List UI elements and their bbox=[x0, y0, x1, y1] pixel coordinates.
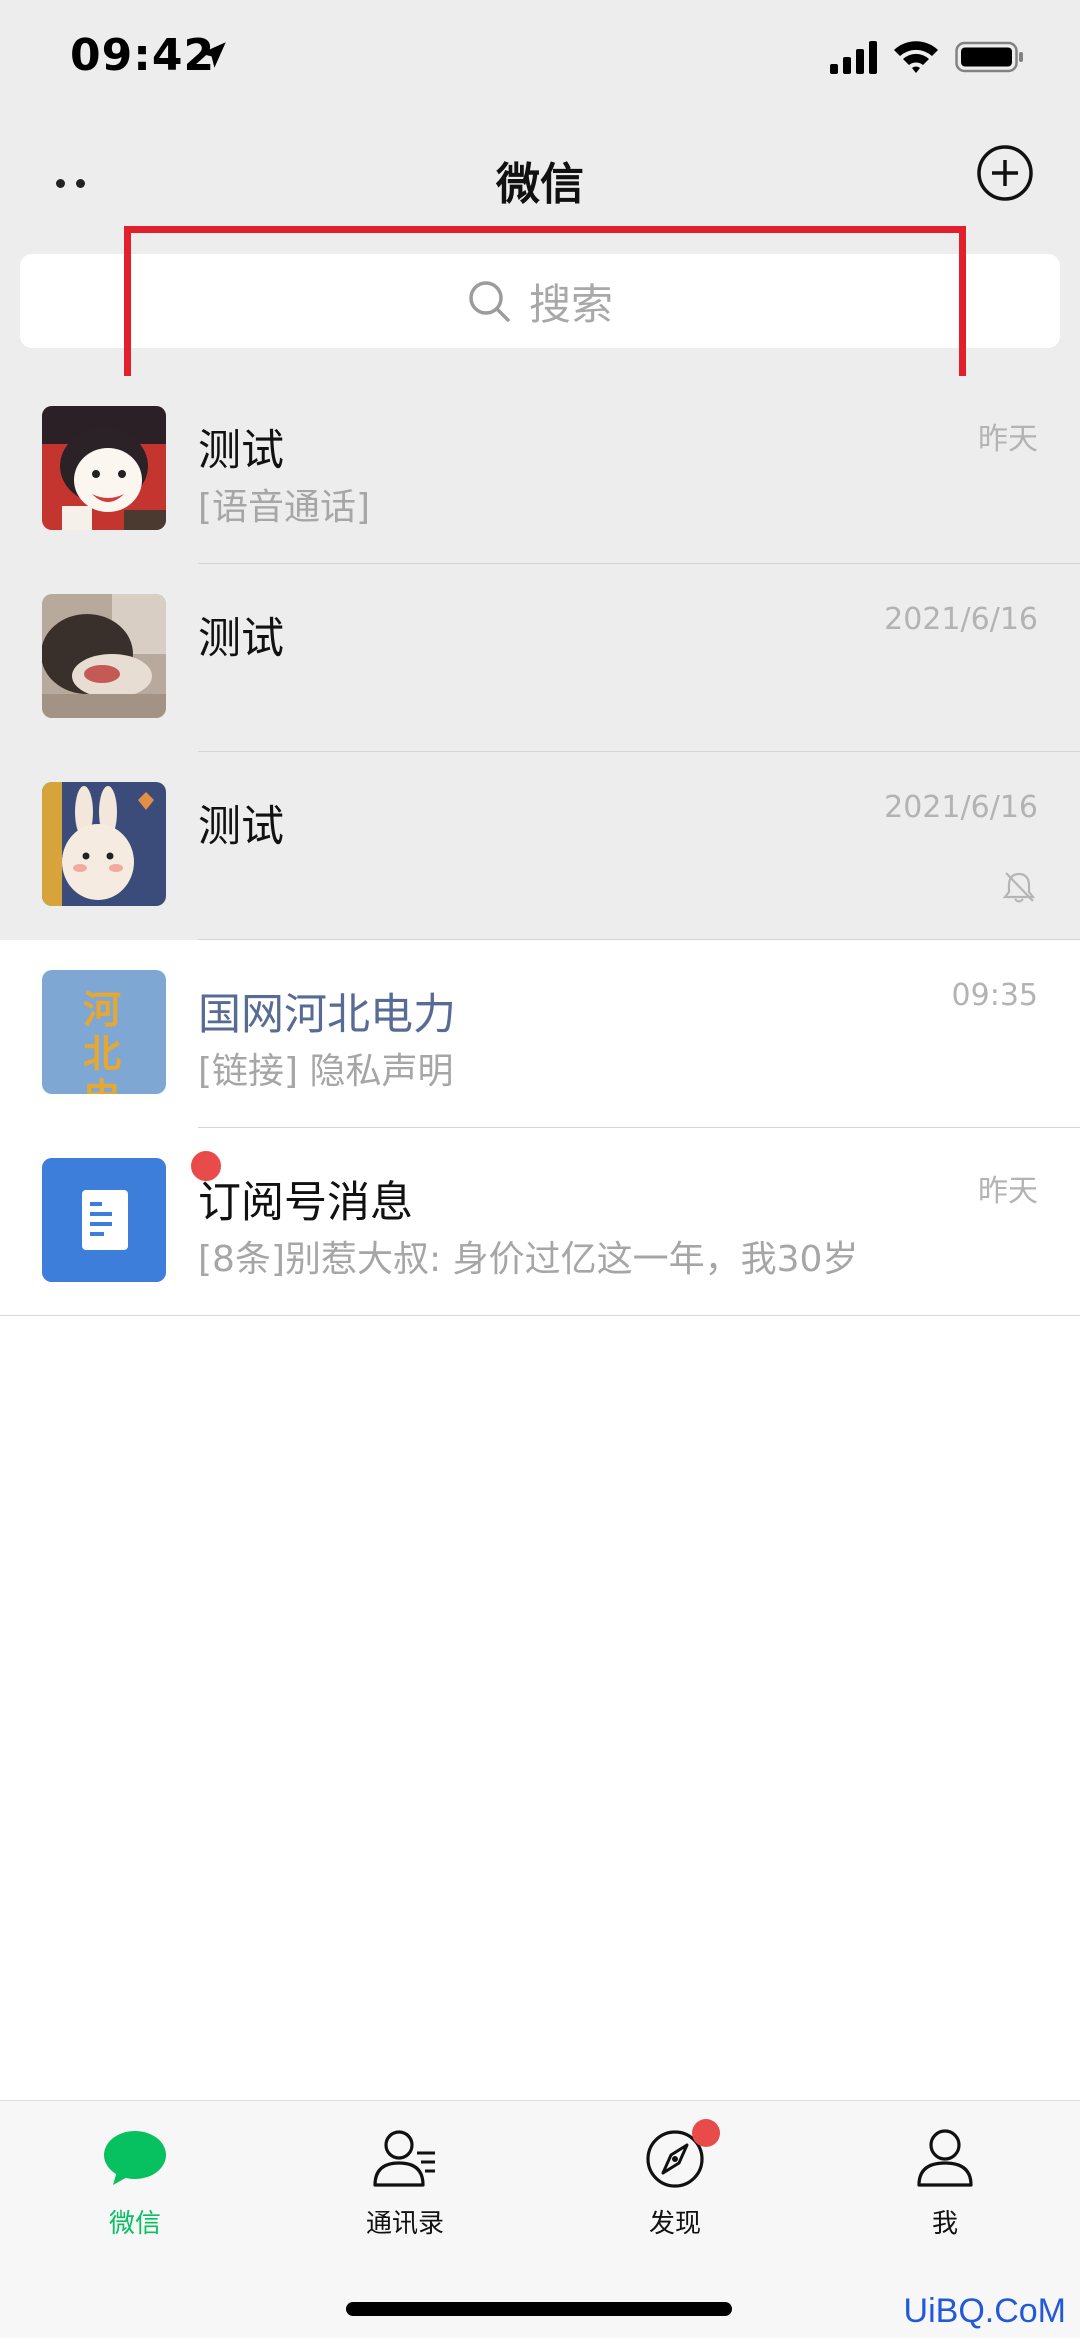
contacts-icon bbox=[373, 2130, 435, 2187]
chat-time: 昨天 bbox=[978, 422, 1038, 457]
badge-dot bbox=[692, 2119, 720, 2147]
status-time: 09:42 bbox=[70, 30, 216, 81]
search-placeholder: 搜索 bbox=[528, 279, 613, 329]
chat-preview: [链接] 隐私声明 bbox=[198, 1051, 454, 1092]
subscription-icon bbox=[42, 1158, 166, 1282]
avatar bbox=[42, 1148, 224, 1282]
avatar: 河北电力 bbox=[42, 970, 166, 1094]
search-area: 搜索 bbox=[0, 248, 1080, 377]
chat-list: 测试 [语音通话] 昨天 测试 2021/6/16 测试 2021/6/16 河… bbox=[0, 376, 1080, 1316]
person-icon bbox=[917, 2129, 973, 2187]
chat-row[interactable]: 测试 2021/6/16 bbox=[0, 752, 1080, 940]
chat-time: 2021/6/16 bbox=[884, 790, 1038, 825]
tab-label: 我 bbox=[931, 2209, 958, 2239]
page-title: 微信 bbox=[496, 159, 584, 210]
tab-label: 微信 bbox=[108, 2209, 161, 2239]
tab-me[interactable]: 我 bbox=[810, 2127, 1080, 2257]
location-arrow-icon bbox=[200, 42, 226, 68]
chat-time: 昨天 bbox=[978, 1174, 1038, 1209]
signal-icon bbox=[830, 41, 877, 74]
chat-row[interactable]: 测试 [语音通话] 昨天 bbox=[0, 376, 1080, 564]
add-circle-icon[interactable] bbox=[976, 144, 1034, 202]
battery-icon bbox=[955, 41, 1023, 73]
wifi-icon bbox=[894, 41, 938, 73]
home-indicator[interactable] bbox=[346, 2302, 732, 2316]
mute-bell-icon bbox=[1002, 872, 1036, 903]
chat-name: 国网河北电力 bbox=[198, 990, 456, 1040]
status-bar: 09:42 bbox=[0, 0, 1080, 120]
chat-name: 测试 bbox=[198, 426, 284, 476]
watermark: UiBQ.CoM bbox=[903, 2292, 1066, 2330]
tab-chats[interactable]: 微信 bbox=[0, 2127, 270, 2257]
search-input[interactable]: 搜索 bbox=[20, 254, 1060, 348]
avatar bbox=[42, 782, 166, 906]
chat-name: 测试 bbox=[198, 802, 284, 852]
search-icon bbox=[469, 281, 510, 322]
tab-discover[interactable]: 发现 bbox=[540, 2119, 810, 2257]
avatar-text: 河北电力 bbox=[82, 987, 125, 1095]
avatar bbox=[42, 406, 166, 530]
chat-name: 订阅号消息 bbox=[198, 1178, 413, 1228]
chat-preview: [语音通话] bbox=[198, 487, 371, 528]
tab-label: 发现 bbox=[648, 2209, 701, 2239]
chat-time: 2021/6/16 bbox=[884, 602, 1038, 637]
tab-label: 通讯录 bbox=[365, 2209, 444, 2239]
chat-row[interactable]: 河北电力 国网河北电力 [链接] 隐私声明 09:35 bbox=[0, 940, 1080, 1128]
chat-bubble-icon bbox=[104, 2131, 166, 2185]
chat-name: 测试 bbox=[198, 614, 284, 664]
chat-row[interactable]: 测试 2021/6/16 bbox=[0, 564, 1080, 752]
chat-row[interactable]: 订阅号消息 [8条]别惹大叔: 身价过亿这一年，我30岁 昨天 bbox=[0, 1128, 1080, 1316]
avatar bbox=[42, 594, 166, 718]
chat-time: 09:35 bbox=[951, 978, 1038, 1013]
chat-preview: [8条]别惹大叔: 身价过亿这一年，我30岁 bbox=[198, 1239, 859, 1280]
tab-contacts[interactable]: 通讯录 bbox=[270, 2127, 540, 2257]
nav-bar: 微信 bbox=[0, 120, 1080, 248]
divider bbox=[0, 1315, 1080, 1316]
